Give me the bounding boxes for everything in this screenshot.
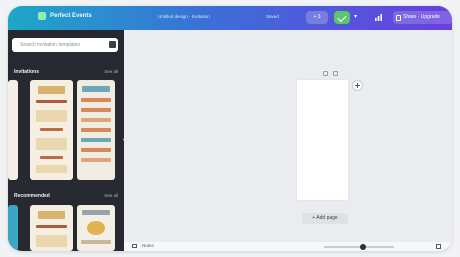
section-title: Invitations <box>14 69 40 75</box>
template-thumbnail[interactable] <box>8 205 18 251</box>
app-window: Perfect Events Untitled design - Invitat… <box>8 6 452 251</box>
duplicate-icon[interactable] <box>333 71 338 76</box>
chevron-down-icon[interactable]: ▾ <box>354 13 357 20</box>
present-button[interactable] <box>334 11 350 24</box>
share-button[interactable]: Share · Upgrade <box>393 11 452 24</box>
section-title: Recommended <box>14 193 50 199</box>
template-thumbnail[interactable] <box>30 205 73 251</box>
check-icon <box>337 12 347 23</box>
add-element-button[interactable] <box>352 80 363 91</box>
add-page-button[interactable]: + Add page <box>302 213 348 224</box>
grid-view-icon[interactable] <box>436 244 441 249</box>
lock-icon[interactable] <box>323 71 328 76</box>
file-name[interactable]: Untitled design - Invitation <box>158 14 210 19</box>
template-panel: Search invitation templates Invitations … <box>8 30 131 251</box>
share-label: Share · Upgrade <box>403 14 440 20</box>
lock-icon <box>396 14 401 21</box>
home-icon[interactable] <box>38 12 46 20</box>
save-status: Saved <box>266 14 279 19</box>
section-header-recommended: Recommended See all <box>8 192 124 202</box>
see-all-link[interactable]: See all <box>104 193 118 198</box>
zoom-slider-track[interactable] <box>324 246 394 248</box>
section-header-invitations: Invitations See all <box>8 68 124 78</box>
notes-icon <box>132 244 137 248</box>
template-thumbnail[interactable] <box>8 80 18 180</box>
zoom-slider-handle[interactable] <box>360 243 366 250</box>
search-placeholder: Search invitation templates <box>20 42 81 48</box>
template-thumbnail[interactable] <box>77 205 115 251</box>
see-all-link[interactable]: See all <box>104 69 118 74</box>
notes-button[interactable]: Notes <box>142 243 154 248</box>
bottom-bar: Notes <box>124 242 452 251</box>
brand-title[interactable]: Perfect Events <box>50 13 92 19</box>
template-thumbnail[interactable] <box>77 80 115 180</box>
collaborator-button[interactable]: + 3 <box>306 11 328 24</box>
top-toolbar: Perfect Events Untitled design - Invitat… <box>8 6 452 30</box>
template-thumbnail[interactable] <box>30 80 73 180</box>
analytics-icon[interactable] <box>374 13 383 22</box>
design-page[interactable] <box>297 80 348 200</box>
search-input[interactable]: Search invitation templates <box>12 38 118 52</box>
design-canvas-area: + Add page <box>124 30 452 251</box>
search-icon[interactable] <box>109 41 116 48</box>
